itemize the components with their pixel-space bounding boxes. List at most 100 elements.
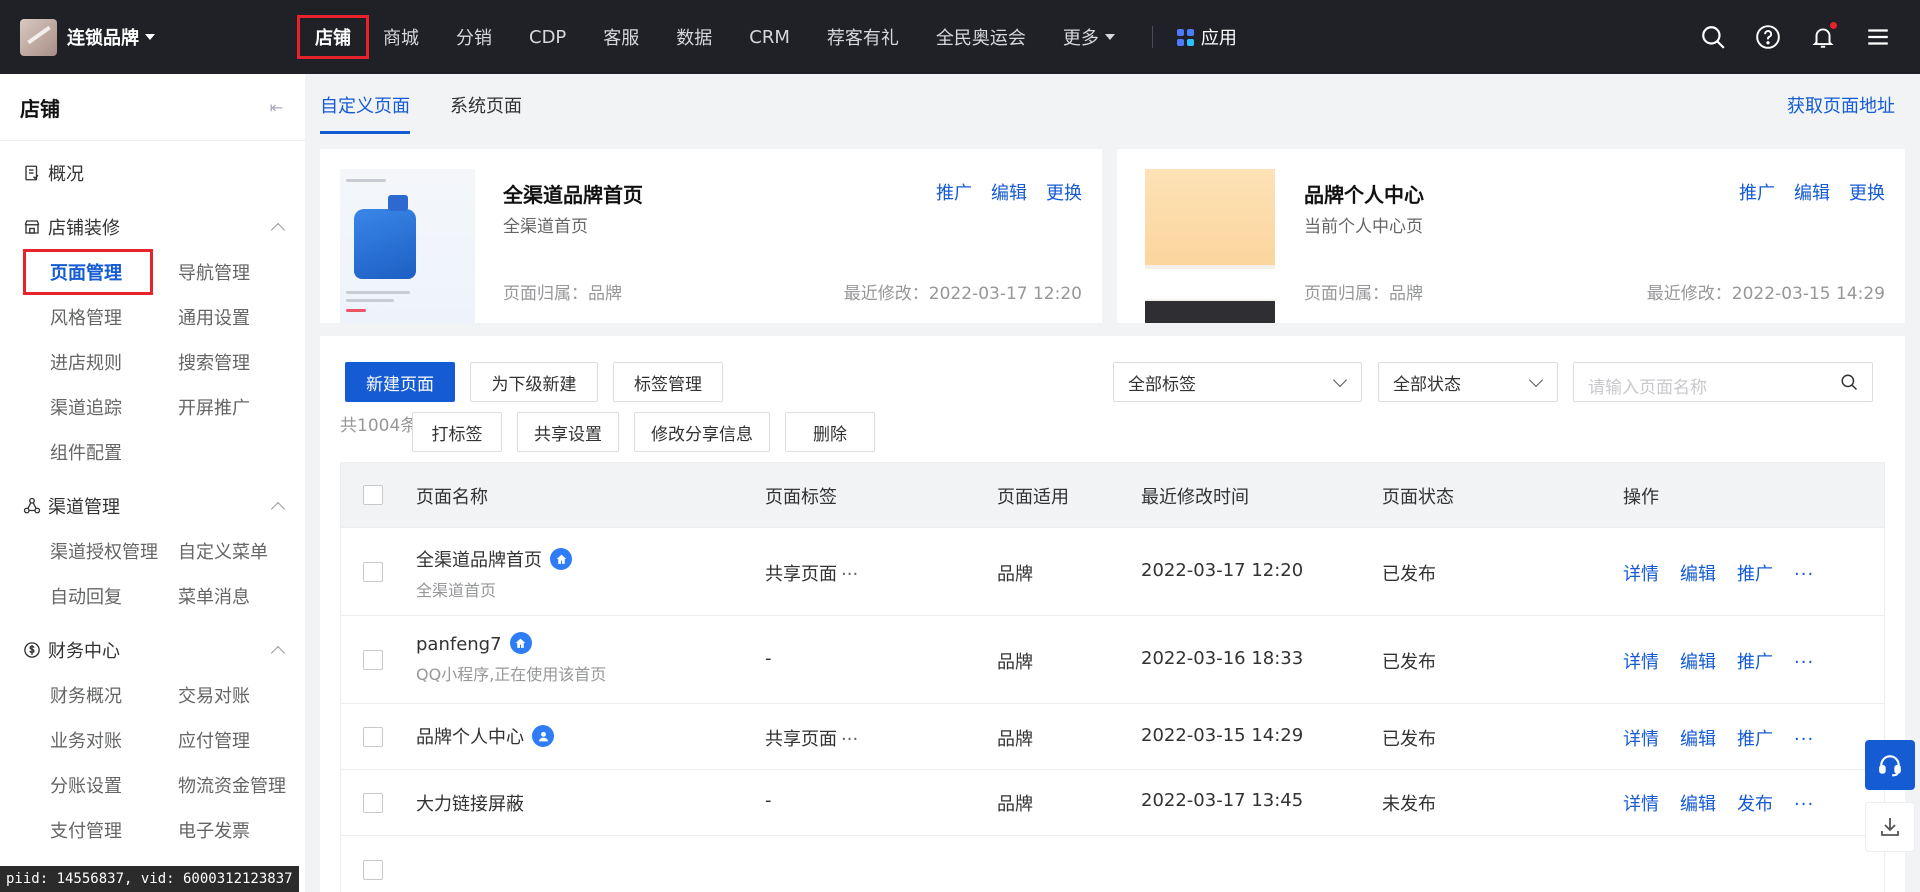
- nav-item-crm[interactable]: CRM: [749, 0, 790, 74]
- nav-item-more[interactable]: 更多: [1063, 0, 1115, 74]
- page-description: QQ小程序,正在使用该首页: [416, 665, 607, 684]
- detail-link[interactable]: 详情: [1623, 564, 1659, 585]
- sidebar-item-custom-menu[interactable]: 自定义菜单: [178, 528, 306, 573]
- sidebar-item-channel-auth[interactable]: 渠道授权管理: [50, 528, 178, 573]
- promote-link[interactable]: 推广: [1739, 179, 1775, 205]
- tag-button[interactable]: 打标签: [412, 412, 502, 452]
- replace-link[interactable]: 更换: [1849, 179, 1885, 205]
- sidebar-item-trade-reconcile[interactable]: 交易对账: [178, 672, 306, 717]
- sidebar-item-auto-reply[interactable]: 自动回复: [50, 573, 178, 618]
- page-name-search[interactable]: 请输入页面名称: [1573, 362, 1873, 402]
- tag-more-icon[interactable]: ···: [841, 564, 858, 585]
- sidebar-item-nav-manage[interactable]: 导航管理: [178, 249, 306, 294]
- edit-link[interactable]: 编辑: [991, 179, 1027, 205]
- sidebar-item-biz-reconcile[interactable]: 业务对账: [50, 717, 178, 762]
- sidebar-item-channel-tracking[interactable]: 渠道追踪: [50, 384, 178, 429]
- page-name[interactable]: 全渠道品牌首页: [416, 550, 542, 571]
- more-actions-icon[interactable]: ···: [1794, 794, 1814, 815]
- sidebar-item-payment-manage[interactable]: 支付管理: [50, 807, 178, 852]
- nav-item-apps[interactable]: 应用: [1176, 0, 1237, 74]
- home-badge-icon: [509, 632, 532, 654]
- sidebar-item-search-manage[interactable]: 搜索管理: [178, 339, 306, 384]
- status-filter-select[interactable]: 全部状态: [1378, 362, 1558, 402]
- detail-link[interactable]: 详情: [1623, 652, 1659, 673]
- edit-link[interactable]: 编辑: [1680, 729, 1716, 750]
- nav-item-store[interactable]: 店铺: [297, 15, 369, 59]
- download-button[interactable]: [1865, 802, 1915, 852]
- sidebar-group-channels[interactable]: 渠道管理: [0, 484, 305, 528]
- sidebar-item-page-manage[interactable]: 页面管理: [23, 249, 153, 295]
- nav-item-mall[interactable]: 商城: [383, 0, 419, 74]
- detail-link[interactable]: 详情: [1623, 729, 1659, 750]
- search-icon[interactable]: [1700, 24, 1726, 50]
- edit-link[interactable]: 编辑: [1680, 652, 1716, 673]
- more-actions-icon[interactable]: ···: [1794, 564, 1814, 585]
- sidebar: 店铺 ⇤ 概况 店铺装修 页面管理 导航管理 风格管理 通用设置 进店规则 搜索…: [0, 74, 305, 892]
- sidebar-item-entry-rules[interactable]: 进店规则: [50, 339, 178, 384]
- tab-custom-pages[interactable]: 自定义页面: [320, 92, 410, 134]
- sidebar-group-finance[interactable]: 财务中心: [0, 628, 305, 672]
- select-all-checkbox[interactable]: [363, 485, 383, 505]
- bell-icon[interactable]: [1810, 22, 1837, 50]
- nav-item-data[interactable]: 数据: [676, 0, 712, 74]
- sidebar-group-decoration[interactable]: 店铺装修: [0, 205, 305, 249]
- row-checkbox[interactable]: [363, 793, 383, 813]
- page-name[interactable]: 品牌个人中心: [416, 727, 524, 748]
- search-icon[interactable]: [1840, 373, 1858, 391]
- tag-more-icon[interactable]: ···: [841, 729, 858, 750]
- sidebar-item-overview[interactable]: 概况: [0, 151, 305, 195]
- publish-link[interactable]: 发布: [1737, 794, 1773, 815]
- replace-link[interactable]: 更换: [1046, 179, 1082, 205]
- sidebar-item-style-manage[interactable]: 风格管理: [50, 294, 178, 339]
- nav-item-distribution[interactable]: 分销: [456, 0, 492, 74]
- table-row: 品牌个人中心 共享页面 ··· 品牌 2022-03-15 14:29 已发布 详…: [341, 703, 1884, 769]
- sidebar-item-general-settings[interactable]: 通用设置: [178, 294, 306, 339]
- delete-button[interactable]: 删除: [785, 412, 875, 452]
- row-checkbox[interactable]: [363, 727, 383, 747]
- edit-link[interactable]: 编辑: [1680, 564, 1716, 585]
- share-settings-button[interactable]: 共享设置: [517, 412, 619, 452]
- more-actions-icon[interactable]: ···: [1794, 652, 1814, 673]
- page-name[interactable]: 大力链接屏蔽: [416, 794, 524, 815]
- row-tag-cell: 共享页面 ···: [765, 725, 858, 751]
- sidebar-item-component-config[interactable]: 组件配置: [50, 429, 178, 474]
- nav-item-cdp[interactable]: CDP: [529, 0, 566, 74]
- promote-link[interactable]: 推广: [936, 179, 972, 205]
- edit-link[interactable]: 编辑: [1794, 179, 1830, 205]
- sidebar-item-payables[interactable]: 应付管理: [178, 717, 306, 762]
- row-checkbox[interactable]: [363, 860, 383, 880]
- tab-system-pages[interactable]: 系统页面: [450, 92, 522, 134]
- nav-item-olympics[interactable]: 全民奥运会: [936, 0, 1026, 74]
- page-tag: -: [765, 790, 772, 811]
- sidebar-item-e-invoice[interactable]: 电子发票: [178, 807, 306, 852]
- sidebar-item-logistics-funds[interactable]: 物流资金管理: [178, 762, 306, 807]
- nav-item-referral[interactable]: 荐客有礼: [827, 0, 899, 74]
- row-checkbox[interactable]: [363, 650, 383, 670]
- page-scope: 品牌: [997, 729, 1033, 750]
- detail-link[interactable]: 详情: [1623, 794, 1659, 815]
- row-checkbox[interactable]: [363, 562, 383, 582]
- sidebar-item-finance-overview[interactable]: 财务概况: [50, 672, 178, 717]
- edit-share-info-button[interactable]: 修改分享信息: [634, 412, 770, 452]
- help-icon[interactable]: [1755, 24, 1781, 50]
- nav-more-label: 更多: [1062, 28, 1099, 49]
- tag-filter-select[interactable]: 全部标签: [1113, 362, 1362, 402]
- customer-service-button[interactable]: [1865, 740, 1915, 790]
- sidebar-item-split-settings[interactable]: 分账设置: [50, 762, 178, 807]
- collapse-sidebar-icon[interactable]: ⇤: [270, 98, 283, 117]
- promote-link[interactable]: 推广: [1737, 729, 1773, 750]
- brand-switcher[interactable]: 连锁品牌: [0, 0, 300, 74]
- sidebar-item-menu-messages[interactable]: 菜单消息: [178, 573, 306, 618]
- menu-icon[interactable]: [1865, 24, 1891, 50]
- create-for-subordinate-button[interactable]: 为下级新建: [470, 362, 598, 402]
- sidebar-item-splash-promo[interactable]: 开屏推广: [178, 384, 306, 429]
- nav-item-service[interactable]: 客服: [603, 0, 639, 74]
- promote-link[interactable]: 推广: [1737, 652, 1773, 673]
- new-page-button[interactable]: 新建页面: [345, 362, 455, 402]
- edit-link[interactable]: 编辑: [1680, 794, 1716, 815]
- promote-link[interactable]: 推广: [1737, 564, 1773, 585]
- get-page-url-link[interactable]: 获取页面地址: [1787, 92, 1895, 118]
- tag-manage-button[interactable]: 标签管理: [613, 362, 723, 402]
- more-actions-icon[interactable]: ···: [1794, 729, 1814, 750]
- page-name[interactable]: panfeng7: [416, 634, 502, 655]
